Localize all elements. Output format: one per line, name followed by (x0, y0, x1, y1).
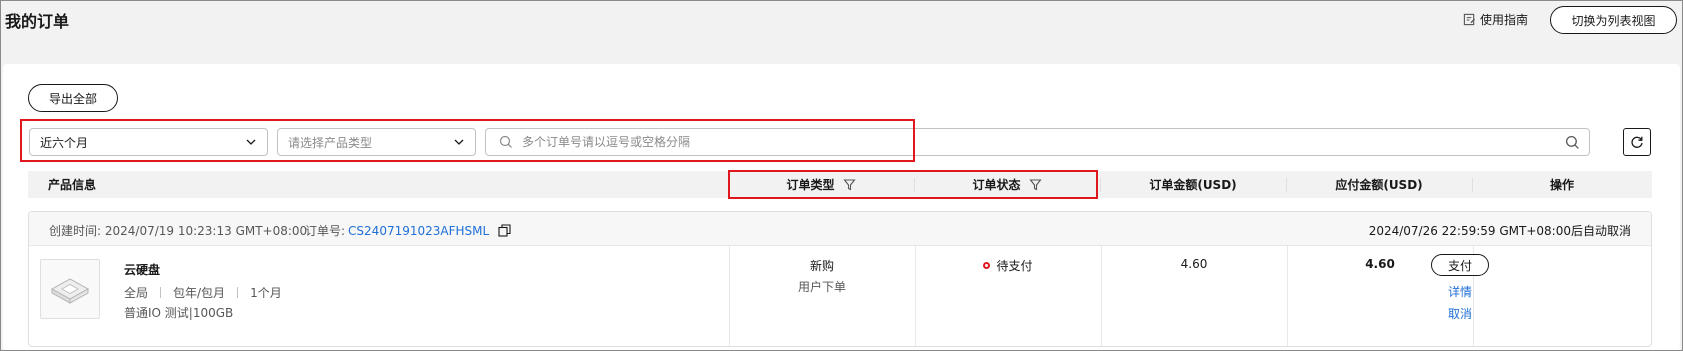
product-type-placeholder: 请选择产品类型 (288, 135, 373, 150)
order-amount-cell: 4.60 (1180, 257, 1208, 271)
page-title: 我的订单 (5, 12, 70, 31)
period-select-value: 近六个月 (40, 135, 89, 150)
product-type-select[interactable]: 请选择产品类型 (277, 128, 476, 156)
chevron-down-icon (246, 139, 256, 145)
disk-icon (50, 278, 90, 304)
header-actions: 操作 (1549, 178, 1574, 192)
guide-icon (1463, 13, 1476, 26)
product-region: 全局 (124, 286, 149, 300)
export-all-button[interactable]: 导出全部 (28, 84, 118, 112)
header-payable-amount: 应付金额(USD) (1335, 178, 1423, 192)
order-group: 创建时间: 2024/07/19 10:23:13 GMT+08:00 订单号:… (28, 211, 1652, 347)
order-search-input[interactable] (522, 130, 1565, 154)
product-image (40, 259, 100, 319)
table-header: 产品信息 订单类型 订单状态 订单金额(USD) 应付金额(USD) 操作 (28, 171, 1652, 198)
pay-button[interactable]: 支付 (1431, 254, 1489, 276)
header-order-status-label: 订单状态 (972, 178, 1021, 192)
created-time-value: 2024/07/19 10:23:13 GMT+08:00 (104, 224, 308, 238)
order-status: 待支付 (915, 257, 1101, 274)
usage-guide-label: 使用指南 (1480, 13, 1529, 27)
refresh-icon (1631, 136, 1643, 148)
order-status-cell: 待支付 (915, 257, 1101, 274)
product-spec: 普通IO 测试|100GB (124, 306, 234, 320)
filter-icon[interactable] (842, 178, 856, 191)
header-order-type: 订单类型 (728, 171, 914, 198)
switch-list-view-button[interactable]: 切换为列表视图 (1550, 6, 1677, 34)
created-time-label: 创建时间: (49, 224, 102, 238)
order-number-link[interactable]: CS2407191023AFHSML (348, 224, 489, 238)
order-group-header: 创建时间: 2024/07/19 10:23:13 GMT+08:00 订单号:… (29, 212, 1651, 246)
order-number-info: 订单号: CS2407191023AFHSML (305, 222, 511, 239)
order-status-text: 待支付 (996, 259, 1033, 273)
cancel-order-link[interactable]: 取消 (1448, 305, 1472, 322)
product-attributes: 全局 包年/包月 1个月 (124, 284, 282, 301)
search-icon (499, 135, 512, 148)
attribute-divider (160, 287, 162, 298)
order-search-box (485, 128, 1590, 156)
search-submit-icon[interactable] (1565, 135, 1580, 150)
header-order-amount: 订单金额(USD) (1149, 178, 1237, 192)
order-type-sub: 用户下单 (797, 280, 846, 294)
header-product-info: 产品信息 (48, 178, 97, 192)
period-select[interactable]: 近六个月 (29, 128, 268, 156)
details-link[interactable]: 详情 (1448, 283, 1472, 300)
filter-icon[interactable] (1028, 178, 1042, 191)
order-created-info: 创建时间: 2024/07/19 10:23:13 GMT+08:00 (49, 222, 307, 239)
order-type-cell: 新购 用户下单 (729, 257, 915, 295)
auto-cancel-time: 2024/07/26 22:59:59 GMT+08:00后自动取消 (1368, 224, 1631, 238)
order-type-main: 新购 (809, 259, 834, 273)
chevron-down-icon (454, 139, 464, 145)
status-dot-icon (983, 262, 991, 269)
product-billing: 包年/包月 (173, 286, 226, 300)
product-name: 云硬盘 (124, 263, 161, 277)
header-order-type-label: 订单类型 (786, 178, 835, 192)
header-order-status: 订单状态 (914, 171, 1100, 198)
attribute-divider (237, 287, 239, 298)
product-duration: 1个月 (250, 286, 282, 300)
order-number-label: 订单号: (305, 224, 346, 238)
usage-guide-link[interactable]: 使用指南 (1463, 11, 1528, 28)
refresh-button[interactable] (1623, 128, 1651, 156)
copy-icon[interactable] (498, 224, 511, 237)
